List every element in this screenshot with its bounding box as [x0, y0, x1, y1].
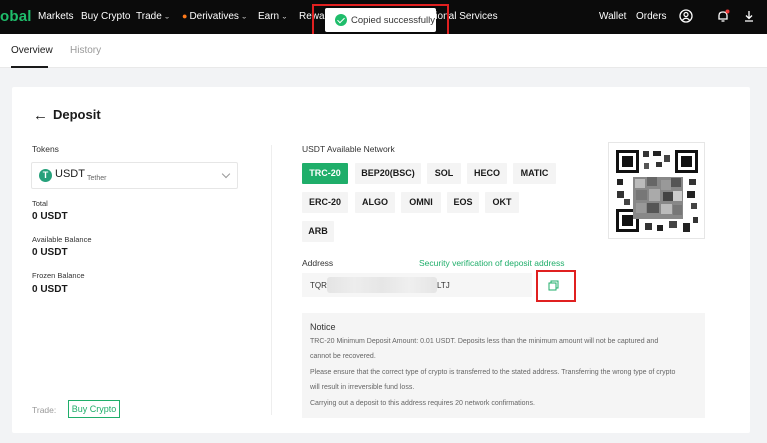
notice-line: will result in irreversible fund loss. — [310, 384, 415, 391]
notice-line: Please ensure that the correct type of c… — [310, 369, 676, 376]
notice-line: cannot be recovered. — [310, 353, 376, 360]
nav-trade-label: Trade — [136, 11, 162, 22]
network-option-trc20[interactable]: TRC-20 — [302, 163, 348, 184]
nav-markets[interactable]: Markets — [38, 11, 74, 22]
total-value: 0 USDT — [32, 211, 68, 222]
nav-derivatives[interactable]: ● Derivatives ⌄ — [182, 11, 248, 22]
notice-line: Carrying out a deposit to this address r… — [310, 400, 535, 407]
chevron-down-icon: ⌄ — [163, 13, 171, 20]
user-icon[interactable] — [679, 9, 693, 23]
network-option-eos[interactable]: EOS — [447, 192, 479, 213]
network-option-sol[interactable]: SOL — [427, 163, 461, 184]
qr-code-graphic — [616, 150, 698, 232]
page-title: Deposit — [53, 107, 101, 122]
nav-orders[interactable]: Orders — [636, 11, 667, 22]
nav-buy-crypto[interactable]: Buy Crypto — [81, 11, 130, 22]
download-icon[interactable] — [742, 9, 756, 23]
deposit-qr-code — [608, 142, 705, 239]
fire-icon: ● — [182, 11, 188, 21]
nav-earn[interactable]: Earn ⌄ — [258, 11, 288, 22]
notice-title: Notice — [310, 322, 336, 332]
address-redacted — [327, 277, 437, 293]
token-symbol: USDT — [55, 168, 85, 180]
nav-trade[interactable]: Trade ⌄ — [136, 11, 170, 22]
chevron-down-icon: ⌄ — [240, 13, 248, 20]
bell-icon[interactable] — [716, 9, 730, 23]
usdt-coin-icon: T — [39, 169, 52, 182]
address-suffix: LTJ — [437, 281, 450, 290]
brand-logo[interactable]: obal — [0, 8, 32, 25]
nav-derivatives-label: Derivatives — [189, 11, 239, 22]
address-label: Address — [302, 258, 334, 268]
back-arrow-icon[interactable]: ← — [33, 107, 48, 124]
network-label: USDT Available Network — [302, 144, 395, 154]
nav-wallet[interactable]: Wallet — [599, 11, 626, 22]
total-label: Total — [32, 199, 48, 208]
frozen-balance-value: 0 USDT — [32, 284, 68, 295]
token-name: Tether — [87, 175, 107, 182]
chevron-down-icon: ⌄ — [281, 13, 288, 20]
available-balance-value: 0 USDT — [32, 247, 68, 258]
security-verification-link[interactable]: Security verification of deposit address — [419, 258, 565, 268]
network-option-arb[interactable]: ARB — [302, 221, 334, 242]
frozen-balance-label: Frozen Balance — [32, 271, 85, 280]
chevron-down-icon — [221, 169, 231, 179]
tokens-label: Tokens — [32, 144, 59, 154]
network-option-algo[interactable]: ALGO — [355, 192, 395, 213]
tab-overview[interactable]: Overview — [11, 45, 53, 56]
active-tab-indicator — [11, 66, 48, 68]
trade-label: Trade: — [32, 405, 57, 415]
address-prefix: TQR — [310, 281, 327, 290]
notice-line: TRC-20 Minimum Deposit Amount: 0.01 USDT… — [310, 338, 659, 345]
available-balance-label: Available Balance — [32, 235, 92, 244]
network-option-okt[interactable]: OKT — [485, 192, 519, 213]
copy-highlight-box — [536, 270, 576, 302]
token-select[interactable]: T USDT Tether — [31, 162, 238, 189]
sub-tabs: Overview History — [0, 34, 767, 68]
network-option-matic[interactable]: MATIC — [513, 163, 556, 184]
column-divider — [271, 145, 272, 415]
network-option-heco[interactable]: HECO — [467, 163, 507, 184]
tab-history[interactable]: History — [70, 45, 101, 56]
network-option-erc20[interactable]: ERC-20 — [302, 192, 348, 213]
nav-earn-label: Earn — [258, 11, 280, 22]
network-option-bep20[interactable]: BEP20(BSC) — [355, 163, 421, 184]
network-option-omni[interactable]: OMNI — [401, 192, 441, 213]
buy-crypto-button[interactable]: Buy Crypto — [68, 400, 120, 418]
